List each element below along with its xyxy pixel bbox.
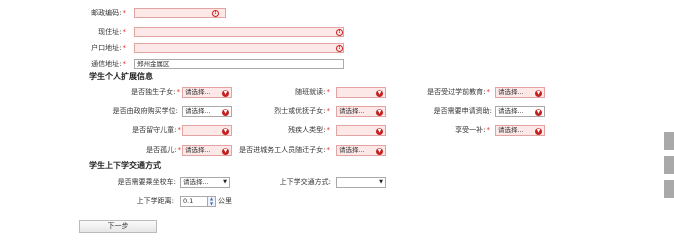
preschool-label: 是否受过学前教育:* [427,88,490,96]
current-address-label: 现住址:* [98,28,126,36]
dropdown-error-icon: ▼ [376,127,383,135]
school-bus-label: 是否需要乘坐校车: [117,178,176,186]
preschool-select[interactable]: 请选择... ▼ [495,87,545,98]
orphan-select[interactable]: 请选择... ▼ [182,145,232,156]
migrant-child-select[interactable]: 请选择... ▼ [336,145,386,156]
gov-seat-label: 是否由政府购买学位: [112,107,178,115]
dropdown-error-icon: ▼ [222,147,229,155]
error-icon: ! [212,9,219,17]
side-tab[interactable] [664,132,674,150]
mailing-address-label: 通信地址:* [91,60,126,68]
migrant-child-label: 是否进城务工人员随迁子女:* [239,146,330,154]
chevron-down-icon: ▼ [223,179,227,185]
only-child-label: 是否独生子女:* [131,88,180,96]
gov-seat-select[interactable]: 请选择... ▼ [182,106,232,117]
dropdown-error-icon: ▼ [376,89,383,97]
school-bus-select[interactable]: 请选择... ▼ [180,177,230,188]
mailing-address-input[interactable]: 郑州金属区 [134,59,344,69]
spinner-icon[interactable]: ▲ ▼ [207,197,215,206]
dropdown-error-icon: ▼ [222,108,229,116]
subsidy-select[interactable]: 请选择... ▼ [495,125,545,136]
next-button[interactable]: 下一步 [79,220,157,233]
transport-mode-label: 上下学交通方式: [279,178,331,186]
registered-address-input[interactable] [134,43,344,53]
distance-unit: 公里 [218,197,232,205]
dropdown-error-icon: ▼ [376,108,383,116]
funding-label: 是否需要申请资助: [433,107,492,115]
distance-label: 上下学距离: [136,197,174,205]
disability-label: 残疾人类型:* [288,126,330,134]
side-tab[interactable] [664,180,674,198]
subsidy-label: 享受一补:* [455,126,490,134]
dropdown-error-icon: ▼ [535,127,542,135]
dropdown-error-icon: ▼ [535,108,542,116]
left-behind-select[interactable]: ▼ [182,125,232,136]
postcode-label: 邮政编码:* [91,9,126,17]
martyr-child-label: 烈士或优抚子女:* [274,107,330,115]
side-tab[interactable] [664,156,674,174]
left-behind-label: 是否留守儿童:* [132,126,181,134]
chevron-down-icon: ▼ [379,179,383,185]
section-title-transport: 学生上下学交通方式 [89,161,161,170]
dropdown-error-icon: ▼ [222,127,229,135]
registered-address-label: 户口地址:* [91,44,126,52]
error-icon: ! [336,28,343,36]
martyr-child-select[interactable]: 请选择... ▼ [336,106,386,117]
dropdown-error-icon: ▼ [376,147,383,155]
current-address-input[interactable] [134,27,344,37]
transport-mode-select[interactable]: ▼ [336,177,386,188]
distance-input[interactable]: 0.1 ▲ ▼ [180,196,216,207]
regular-class-select[interactable]: ▼ [336,87,386,98]
dropdown-error-icon: ▼ [222,89,229,97]
funding-select[interactable]: 请选择... ▼ [495,106,545,117]
section-title-extended: 学生个人扩展信息 [89,72,153,81]
orphan-label: 是否孤儿:* [146,146,181,154]
regular-class-label: 随班就读:* [295,88,330,96]
only-child-select[interactable]: 请选择... ▼ [182,87,232,98]
error-icon: ! [336,44,343,52]
dropdown-error-icon: ▼ [535,89,542,97]
disability-select[interactable]: ▼ [336,125,386,136]
